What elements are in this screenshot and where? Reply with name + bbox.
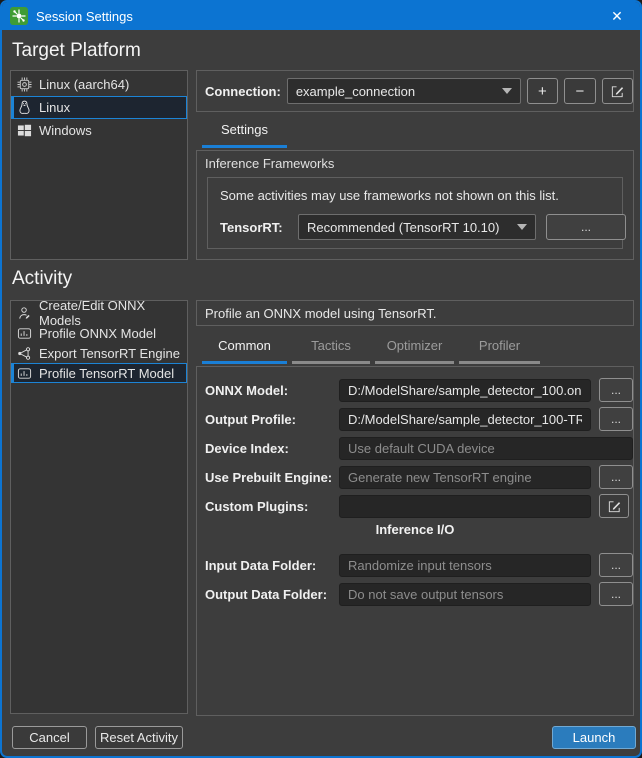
input-data-folder-browse-button[interactable]: ... [599, 553, 633, 577]
connection-select[interactable]: example_connection [287, 78, 521, 104]
output-profile-label: Output Profile: [205, 412, 339, 427]
tensorrt-row: TensorRT: Recommended (TensorRT 10.10) .… [220, 214, 626, 240]
remove-connection-button[interactable]: − [564, 78, 595, 104]
launch-button[interactable]: Launch [552, 726, 636, 749]
output-profile-input[interactable] [339, 408, 591, 431]
input-data-folder-label: Input Data Folder: [205, 558, 339, 573]
title-bar: Session Settings ✕ [2, 2, 640, 30]
output-profile-row: Output Profile: ... [205, 407, 629, 431]
custom-plugins-input[interactable] [339, 495, 591, 518]
tensorrt-label: TensorRT: [220, 220, 290, 235]
device-index-input[interactable] [339, 437, 633, 460]
chevron-down-icon [502, 88, 512, 94]
output-profile-browse-button[interactable]: ... [599, 407, 633, 431]
activity-description: Profile an ONNX model using TensorRT. [197, 301, 633, 325]
activity-item-profile-tensorrt[interactable]: Profile TensorRT Model [11, 363, 187, 383]
prebuilt-engine-label: Use Prebuilt Engine: [205, 470, 339, 485]
edit-connection-button[interactable] [602, 78, 633, 104]
chevron-down-icon [517, 224, 527, 230]
activity-item-label: Profile TensorRT Model [39, 366, 174, 381]
person-edit-icon [17, 306, 32, 321]
activity-item-label: Profile ONNX Model [39, 326, 156, 341]
tensorrt-value: Recommended (TensorRT 10.10) [307, 220, 509, 235]
activity-description-box: Profile an ONNX model using TensorRT. [196, 300, 634, 326]
onnx-model-input[interactable] [339, 379, 591, 402]
activity-item-create-edit-onnx[interactable]: Create/Edit ONNX Models [12, 303, 186, 323]
custom-plugins-row: Custom Plugins: [205, 494, 629, 518]
prebuilt-engine-browse-button[interactable]: ... [599, 465, 633, 489]
app-icon [10, 7, 28, 25]
tab-underline [292, 361, 370, 364]
inference-frameworks-group: Inference Frameworks Some activities may… [196, 150, 634, 260]
custom-plugins-label: Custom Plugins: [205, 499, 339, 514]
output-data-folder-label: Output Data Folder: [205, 587, 339, 602]
window-title: Session Settings [36, 9, 133, 24]
tab-tactics[interactable]: Tactics [292, 338, 370, 360]
chart-icon [17, 326, 32, 341]
activity-heading: Activity [12, 268, 72, 290]
platform-item-windows[interactable]: Windows [12, 119, 186, 142]
platform-item-linux[interactable]: Linux [11, 96, 187, 119]
onnx-model-browse-button[interactable]: ... [599, 378, 633, 402]
chart-icon [17, 366, 32, 381]
tab-profiler[interactable]: Profiler [459, 338, 540, 360]
session-settings-dialog: Session Settings ✕ Target Platform Linux… [0, 0, 642, 758]
edit-icon [607, 499, 622, 514]
tab-settings-label: Settings [221, 122, 268, 137]
network-icon [17, 346, 32, 361]
connection-label: Connection: [205, 84, 281, 99]
tab-underline [202, 145, 287, 148]
platform-item-label: Linux [39, 100, 70, 115]
input-data-folder-row: Input Data Folder: ... [205, 553, 629, 577]
onnx-model-label: ONNX Model: [205, 383, 339, 398]
inference-frameworks-inner: Some activities may use frameworks not s… [207, 177, 623, 249]
output-data-folder-row: Output Data Folder: ... [205, 582, 629, 606]
input-data-folder-input[interactable] [339, 554, 591, 577]
activity-list: Create/Edit ONNX Models Profile ONNX Mod… [10, 300, 188, 714]
activity-form: ONNX Model: ... Output Profile: ... Devi… [196, 366, 634, 716]
tab-settings[interactable]: Settings [202, 122, 287, 144]
platform-item-label: Windows [39, 123, 92, 138]
output-data-folder-input[interactable] [339, 583, 591, 606]
tab-common[interactable]: Common [202, 338, 287, 360]
tensorrt-select[interactable]: Recommended (TensorRT 10.10) [298, 214, 536, 240]
close-button[interactable]: ✕ [594, 2, 640, 30]
device-index-label: Device Index: [205, 441, 339, 456]
frameworks-note: Some activities may use frameworks not s… [220, 188, 559, 203]
tab-underline [375, 361, 454, 364]
chip-icon [17, 77, 32, 92]
tab-tactics-label: Tactics [311, 338, 351, 353]
target-platform-heading: Target Platform [12, 40, 141, 62]
tux-icon [17, 100, 32, 115]
custom-plugins-edit-button[interactable] [599, 494, 629, 518]
platform-list: Linux (aarch64) Linux Windows [10, 70, 188, 260]
tab-underline [202, 361, 287, 364]
platform-item-label: Linux (aarch64) [39, 77, 129, 92]
inference-io-heading: Inference I/O [197, 522, 633, 537]
activity-item-profile-onnx[interactable]: Profile ONNX Model [12, 323, 186, 343]
edit-icon [610, 84, 625, 99]
windows-icon [17, 123, 32, 138]
tab-common-label: Common [218, 338, 271, 353]
connection-value: example_connection [296, 84, 494, 99]
tab-underline [459, 361, 540, 364]
cancel-button[interactable]: Cancel [12, 726, 87, 749]
onnx-model-row: ONNX Model: ... [205, 378, 629, 402]
prebuilt-engine-input[interactable] [339, 466, 591, 489]
output-data-folder-browse-button[interactable]: ... [599, 582, 633, 606]
platform-item-linux-aarch64[interactable]: Linux (aarch64) [12, 73, 186, 96]
tab-optimizer[interactable]: Optimizer [375, 338, 454, 360]
activity-item-label: Export TensorRT Engine [39, 346, 180, 361]
prebuilt-engine-row: Use Prebuilt Engine: ... [205, 465, 629, 489]
tab-profiler-label: Profiler [479, 338, 520, 353]
activity-item-export-tensorrt[interactable]: Export TensorRT Engine [12, 343, 186, 363]
device-index-row: Device Index: [205, 436, 629, 460]
connection-panel: Connection: example_connection + − [196, 70, 634, 112]
reset-activity-button[interactable]: Reset Activity [95, 726, 183, 749]
tensorrt-browse-button[interactable]: ... [546, 214, 626, 240]
tab-optimizer-label: Optimizer [387, 338, 443, 353]
close-icon: ✕ [611, 8, 623, 25]
add-connection-button[interactable]: + [527, 78, 558, 104]
inference-frameworks-label: Inference Frameworks [205, 156, 334, 171]
